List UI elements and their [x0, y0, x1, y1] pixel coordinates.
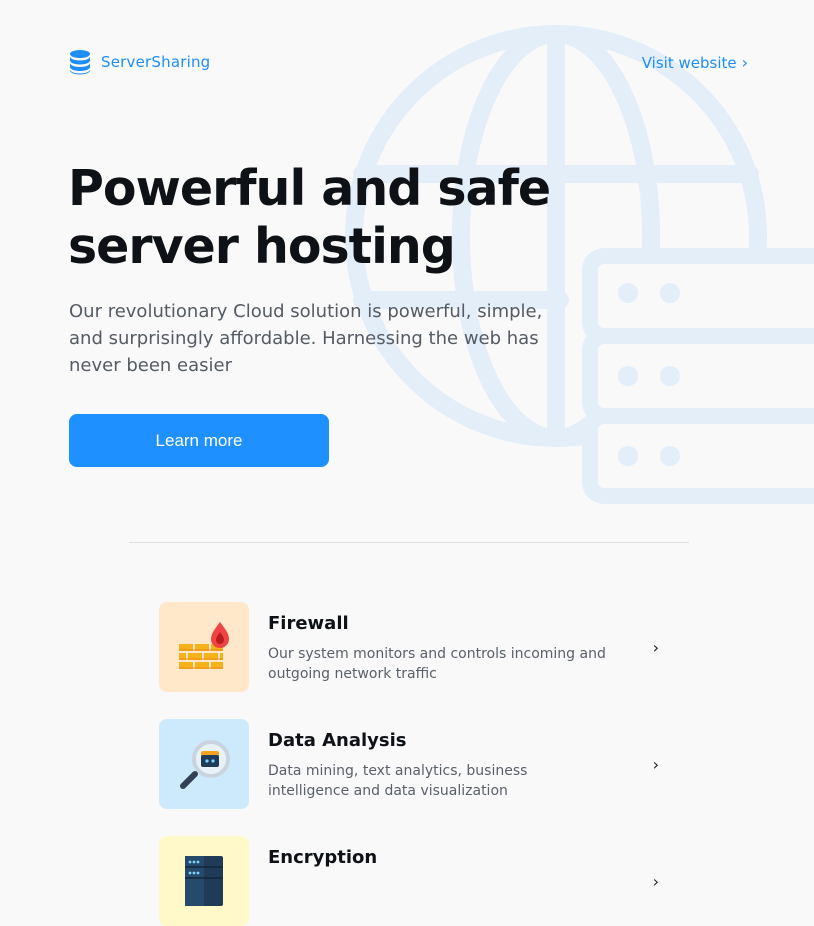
feature-item-encryption[interactable]: Encryption › [159, 836, 664, 926]
feature-description: Data mining, text analytics, business in… [268, 763, 528, 799]
feature-item-firewall[interactable]: Firewall Our system monitors and control… [159, 602, 664, 692]
hero-title: Powerful and safe server hosting [68, 160, 551, 275]
feature-description: Our system monitors and controls incomin… [268, 646, 606, 682]
visit-website-label: Visit website [641, 53, 737, 72]
visit-website-link[interactable]: Visit website › [642, 53, 748, 72]
brand-name: ServerSharing [101, 53, 211, 71]
chevron-right-icon: › [652, 872, 659, 891]
server-rack-icon [185, 856, 223, 906]
feature-title: Encryption [268, 847, 378, 868]
feature-title: Data Analysis [268, 730, 407, 751]
learn-more-button[interactable]: Learn more [69, 414, 329, 467]
feature-title: Firewall [268, 613, 349, 634]
chevron-right-icon: › [741, 53, 748, 72]
data-analysis-tile [159, 719, 249, 809]
feature-item-data-analysis[interactable]: Data Analysis Data mining, text analytic… [159, 719, 664, 809]
section-divider [129, 542, 689, 543]
hero-description: Our revolutionary Cloud solution is powe… [69, 301, 543, 376]
firewall-icon [179, 622, 229, 669]
firewall-tile [159, 602, 249, 692]
brand-logo-link[interactable]: ServerSharing [69, 49, 210, 75]
encryption-tile [159, 836, 249, 926]
chevron-right-icon: › [652, 755, 659, 774]
magnifier-icon [180, 740, 230, 789]
chevron-right-icon: › [652, 638, 659, 657]
database-icon [70, 50, 90, 75]
